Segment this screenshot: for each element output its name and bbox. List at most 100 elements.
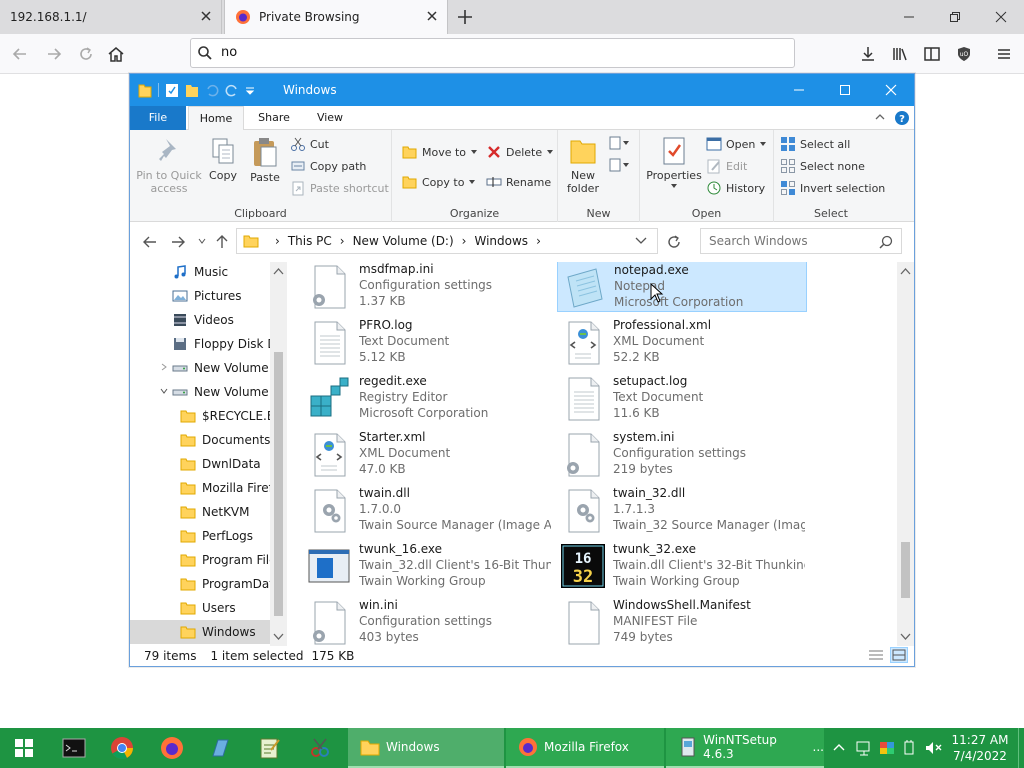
clock[interactable]: 11:27 AM 7/4/2022	[950, 732, 1010, 764]
downloads-icon[interactable]	[856, 42, 880, 66]
close-icon[interactable]	[868, 74, 914, 106]
menu-hamburger-icon[interactable]	[992, 42, 1016, 66]
tab-file[interactable]: File	[130, 106, 186, 130]
breadcrumb-drive-d[interactable]: New Volume (D:)	[353, 234, 454, 248]
color-tool-icon[interactable]	[878, 738, 896, 758]
nav-item[interactable]: Program Files	[130, 548, 270, 572]
nav-item[interactable]: PerfLogs	[130, 524, 270, 548]
easy-access-button[interactable]	[608, 158, 630, 172]
nav-item[interactable]: Windows	[130, 620, 270, 644]
library-icon[interactable]	[888, 42, 912, 66]
content-scrollbar[interactable]	[897, 262, 914, 646]
notepad-plus-icon[interactable]	[246, 728, 294, 768]
expand-chevron-icon[interactable]	[160, 387, 168, 395]
nav-item[interactable]: ProgramData	[130, 572, 270, 596]
browser-restore-icon[interactable]	[932, 0, 978, 34]
chevron-up-icon[interactable]	[832, 738, 846, 758]
browser-tab-router[interactable]: 192.168.1.1/	[0, 0, 222, 34]
file-item[interactable]: system.ini Configuration settings 219 byte…	[557, 428, 807, 480]
select-none-button[interactable]: Select none	[780, 158, 865, 174]
invert-selection-button[interactable]: Invert selection	[780, 180, 885, 196]
collapse-ribbon-icon[interactable]	[874, 111, 886, 123]
history-button[interactable]: History	[706, 180, 765, 196]
browser-tab-private[interactable]: Private Browsing	[224, 0, 448, 34]
help-icon[interactable]: ?	[894, 110, 910, 126]
url-bar[interactable]	[190, 38, 795, 68]
address-dropdown-icon[interactable]	[635, 237, 647, 245]
new-folder-qat-icon[interactable]	[185, 82, 199, 98]
taskbar-app-firefox[interactable]: Mozilla Firefox	[506, 728, 664, 768]
new-folder-button[interactable]: New folder	[564, 136, 602, 195]
file-item[interactable]: Professional.xml XML Document 52.2 KB	[557, 316, 807, 368]
refresh-icon[interactable]	[666, 234, 682, 250]
nav-scrollbar[interactable]	[270, 262, 287, 646]
delete-button[interactable]: Delete	[486, 144, 554, 160]
taskbar-app-winntsetup[interactable]: WinNTSetup 4.6.3 ...	[666, 728, 824, 768]
file-item[interactable]: win.ini Configuration settings 403 bytes	[303, 596, 553, 646]
rename-button[interactable]: Rename	[486, 174, 551, 190]
tab-close-icon[interactable]	[199, 9, 213, 23]
tab-close-icon[interactable]	[425, 9, 439, 23]
edit-button[interactable]: Edit	[706, 158, 747, 174]
browser-minimize-icon[interactable]	[886, 0, 932, 34]
content-scroll-thumb[interactable]	[901, 542, 910, 598]
network-status-icon[interactable]	[856, 738, 874, 758]
up-arrow-icon[interactable]	[214, 234, 230, 250]
start-windows-icon[interactable]	[0, 728, 48, 768]
move-to-button[interactable]: Move to	[402, 144, 478, 160]
cut-button[interactable]: Cut	[290, 136, 329, 152]
back-arrow-icon[interactable]	[142, 234, 158, 250]
breadcrumb-this-pc[interactable]: This PC	[288, 234, 332, 248]
file-item[interactable]: WindowsShell.Manifest MANIFEST File 749 by…	[557, 596, 807, 646]
properties-button[interactable]: Properties	[644, 136, 704, 193]
nav-item[interactable]: Users	[130, 596, 270, 620]
new-tab-plus-icon[interactable]	[456, 8, 474, 26]
nav-scroll-thumb[interactable]	[274, 352, 283, 616]
forward-arrow-icon[interactable]	[42, 42, 66, 66]
nav-item[interactable]: Mozilla Firefo	[130, 476, 270, 500]
nav-item[interactable]: Documents a	[130, 428, 270, 452]
chrome-icon[interactable]	[98, 728, 146, 768]
browser-close-icon[interactable]	[978, 0, 1024, 34]
select-all-button[interactable]: Select all	[780, 136, 850, 152]
command-prompt-icon[interactable]	[50, 728, 98, 768]
minimize-icon[interactable]	[776, 74, 822, 106]
new-item-button[interactable]	[608, 136, 630, 150]
tab-share[interactable]: Share	[252, 106, 296, 130]
forward-arrow-icon[interactable]	[170, 234, 186, 250]
copy-path-button[interactable]: Copy path	[290, 158, 366, 174]
nav-item[interactable]: DwnlData	[130, 452, 270, 476]
file-item[interactable]: regedit.exe Registry Editor Microsoft Corp…	[303, 372, 553, 424]
copy-button[interactable]: Copy	[206, 136, 240, 182]
nav-item[interactable]: New Volume (C	[130, 356, 270, 380]
nav-item[interactable]: Floppy Disk Dri	[130, 332, 270, 356]
url-input[interactable]	[221, 45, 761, 60]
snipping-tool-icon[interactable]	[296, 728, 344, 768]
firefox-icon[interactable]	[148, 728, 196, 768]
nav-item[interactable]: Pictures	[130, 284, 270, 308]
tab-home[interactable]: Home	[188, 106, 244, 131]
file-item[interactable]: PFRO.log Text Document 5.12 KB	[303, 316, 553, 368]
breadcrumb-windows[interactable]: Windows	[474, 234, 528, 248]
file-item[interactable]: twunk_16.exe Twain_32.dll Client's 16-Bit…	[303, 540, 553, 592]
file-item[interactable]: notepad.exe Notepad Microsoft Corporation	[557, 262, 807, 312]
tab-view[interactable]: View	[302, 106, 358, 130]
nav-item[interactable]: $RECYCLE.BIN	[130, 404, 270, 428]
file-item[interactable]: 16 32 twunk_32.exe Twain.dll Client's 32-Bi…	[557, 540, 807, 592]
show-desktop-button[interactable]	[1018, 728, 1024, 768]
file-item[interactable]: twain_32.dll 1.7.1.3 Twain_32 Source Manag…	[557, 484, 807, 536]
file-item[interactable]: msdfmap.ini Configuration settings 1.37 KB	[303, 262, 553, 312]
customize-qat-icon[interactable]	[245, 85, 255, 95]
file-item[interactable]: twain.dll 1.7.0.0 Twain Source Manager (Im…	[303, 484, 553, 536]
tool-app-icon[interactable]	[196, 728, 244, 768]
back-arrow-icon[interactable]	[8, 42, 32, 66]
usb-device-icon[interactable]	[902, 738, 916, 758]
maximize-icon[interactable]	[822, 74, 868, 106]
pin-quick-access-button[interactable]: Pin to Quick access	[136, 136, 202, 195]
expand-chevron-icon[interactable]	[160, 363, 168, 371]
redo-qat-icon[interactable]	[225, 83, 239, 97]
paste-button[interactable]: Paste	[248, 136, 282, 184]
copy-to-button[interactable]: Copy to	[402, 174, 476, 190]
search-input[interactable]	[709, 234, 879, 248]
tiles-view-icon[interactable]	[890, 647, 908, 663]
